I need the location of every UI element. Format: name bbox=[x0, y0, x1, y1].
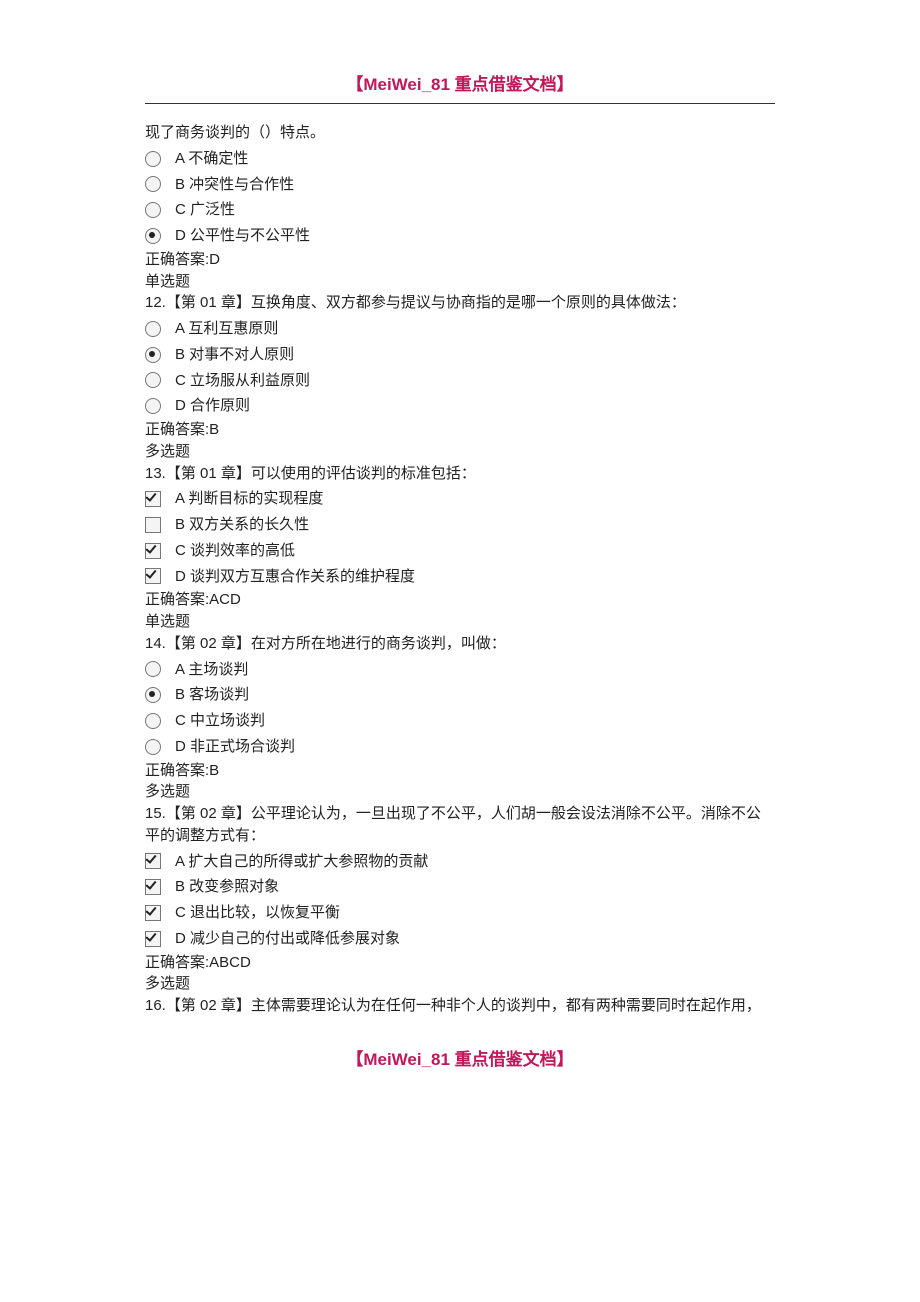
q13-option-d[interactable]: D 谈判双方互惠合作关系的维护程度 bbox=[145, 566, 775, 588]
option-label: B 对事不对人原则 bbox=[175, 344, 294, 366]
q15-option-b[interactable]: B 改变参照对象 bbox=[145, 876, 775, 898]
q14-option-b[interactable]: B 客场谈判 bbox=[145, 684, 775, 706]
radio-icon[interactable] bbox=[145, 713, 161, 729]
option-label: A 扩大自己的所得或扩大参照物的贡献 bbox=[175, 851, 428, 873]
checkbox-icon[interactable] bbox=[145, 905, 161, 921]
q15-option-c[interactable]: C 退出比较，以恢复平衡 bbox=[145, 902, 775, 924]
q13-option-c[interactable]: C 谈判效率的高低 bbox=[145, 540, 775, 562]
q13-option-b[interactable]: B 双方关系的长久性 bbox=[145, 514, 775, 536]
q12-option-a[interactable]: A 互利互惠原则 bbox=[145, 318, 775, 340]
option-label: B 双方关系的长久性 bbox=[175, 514, 309, 536]
radio-icon[interactable] bbox=[145, 202, 161, 218]
checkbox-icon[interactable] bbox=[145, 879, 161, 895]
q15-option-a[interactable]: A 扩大自己的所得或扩大参照物的贡献 bbox=[145, 851, 775, 873]
q13-stem: 13.【第 01 章】可以使用的评估谈判的标准包括： bbox=[145, 463, 775, 485]
q14-option-a[interactable]: A 主场谈判 bbox=[145, 659, 775, 681]
content-body: 现了商务谈判的（）特点。 A 不确定性 B 冲突性与合作性 C 广泛性 D 公平… bbox=[145, 122, 775, 1017]
option-label: A 判断目标的实现程度 bbox=[175, 488, 323, 510]
radio-icon[interactable] bbox=[145, 398, 161, 414]
page-footer: 【MeiWei_81 重点借鉴文档】 bbox=[145, 1045, 775, 1070]
option-label: D 公平性与不公平性 bbox=[175, 225, 310, 247]
q16-type: 多选题 bbox=[145, 973, 775, 995]
radio-icon[interactable] bbox=[145, 739, 161, 755]
q13-option-a[interactable]: A 判断目标的实现程度 bbox=[145, 488, 775, 510]
q11-option-b[interactable]: B 冲突性与合作性 bbox=[145, 174, 775, 196]
checkbox-icon[interactable] bbox=[145, 491, 161, 507]
option-label: C 退出比较，以恢复平衡 bbox=[175, 902, 340, 924]
option-label: A 互利互惠原则 bbox=[175, 318, 278, 340]
q15-option-d[interactable]: D 减少自己的付出或降低参展对象 bbox=[145, 928, 775, 950]
q16-stem: 16.【第 02 章】主体需要理论认为在任何一种非个人的谈判中，都有两种需要同时… bbox=[145, 995, 775, 1017]
q11-answer: 正确答案:D bbox=[145, 249, 775, 271]
q12-option-d[interactable]: D 合作原则 bbox=[145, 395, 775, 417]
radio-icon[interactable] bbox=[145, 228, 161, 244]
option-label: B 改变参照对象 bbox=[175, 876, 279, 898]
radio-icon[interactable] bbox=[145, 687, 161, 703]
option-label: D 谈判双方互惠合作关系的维护程度 bbox=[175, 566, 415, 588]
option-label: B 冲突性与合作性 bbox=[175, 174, 294, 196]
radio-icon[interactable] bbox=[145, 176, 161, 192]
option-label: D 非正式场合谈判 bbox=[175, 736, 295, 758]
checkbox-icon[interactable] bbox=[145, 568, 161, 584]
q11-option-a[interactable]: A 不确定性 bbox=[145, 148, 775, 170]
option-label: C 立场服从利益原则 bbox=[175, 370, 310, 392]
option-label: C 谈判效率的高低 bbox=[175, 540, 295, 562]
q13-answer: 正确答案:ACD bbox=[145, 589, 775, 611]
q12-option-c[interactable]: C 立场服从利益原则 bbox=[145, 370, 775, 392]
option-label: A 不确定性 bbox=[175, 148, 248, 170]
q15-type: 多选题 bbox=[145, 781, 775, 803]
q12-answer: 正确答案:B bbox=[145, 419, 775, 441]
option-label: C 中立场谈判 bbox=[175, 710, 265, 732]
header-divider bbox=[145, 103, 775, 104]
checkbox-icon[interactable] bbox=[145, 931, 161, 947]
radio-icon[interactable] bbox=[145, 151, 161, 167]
q15-stem: 15.【第 02 章】公平理论认为，一旦出现了不公平，人们胡一般会设法消除不公平… bbox=[145, 803, 775, 847]
q14-answer: 正确答案:B bbox=[145, 760, 775, 782]
q12-type: 单选题 bbox=[145, 271, 775, 293]
q11-option-d[interactable]: D 公平性与不公平性 bbox=[145, 225, 775, 247]
checkbox-icon[interactable] bbox=[145, 517, 161, 533]
option-label: D 合作原则 bbox=[175, 395, 250, 417]
option-label: C 广泛性 bbox=[175, 199, 235, 221]
checkbox-icon[interactable] bbox=[145, 543, 161, 559]
q13-type: 多选题 bbox=[145, 441, 775, 463]
radio-icon[interactable] bbox=[145, 347, 161, 363]
checkbox-icon[interactable] bbox=[145, 853, 161, 869]
radio-icon[interactable] bbox=[145, 321, 161, 337]
q14-option-c[interactable]: C 中立场谈判 bbox=[145, 710, 775, 732]
option-label: B 客场谈判 bbox=[175, 684, 249, 706]
q11-stem: 现了商务谈判的（）特点。 bbox=[145, 122, 775, 144]
q12-stem: 12.【第 01 章】互换角度、双方都参与提议与协商指的是哪一个原则的具体做法： bbox=[145, 292, 775, 314]
radio-icon[interactable] bbox=[145, 661, 161, 677]
q11-option-c[interactable]: C 广泛性 bbox=[145, 199, 775, 221]
q14-stem: 14.【第 02 章】在对方所在地进行的商务谈判，叫做： bbox=[145, 633, 775, 655]
radio-icon[interactable] bbox=[145, 372, 161, 388]
q12-option-b[interactable]: B 对事不对人原则 bbox=[145, 344, 775, 366]
q15-answer: 正确答案:ABCD bbox=[145, 952, 775, 974]
q14-option-d[interactable]: D 非正式场合谈判 bbox=[145, 736, 775, 758]
q14-type: 单选题 bbox=[145, 611, 775, 633]
option-label: A 主场谈判 bbox=[175, 659, 248, 681]
page-header: 【MeiWei_81 重点借鉴文档】 bbox=[145, 70, 775, 95]
option-label: D 减少自己的付出或降低参展对象 bbox=[175, 928, 400, 950]
